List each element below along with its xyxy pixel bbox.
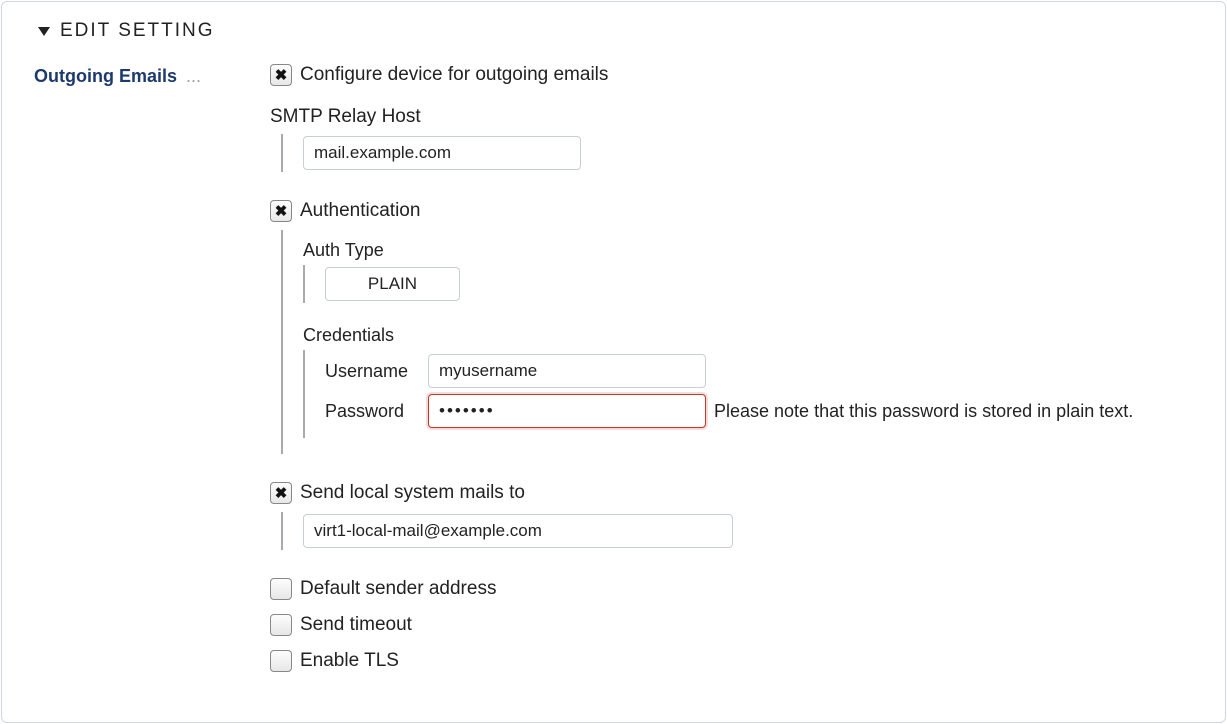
- configure-device-row: Configure device for outgoing emails: [270, 64, 1203, 86]
- default-sender-label: Default sender address: [300, 578, 496, 600]
- send-local-input[interactable]: [303, 514, 733, 548]
- send-local-label: Send local system mails to: [300, 482, 525, 504]
- send-local-checkbox[interactable]: [270, 482, 292, 504]
- side-nav: Outgoing Emails ...: [30, 64, 270, 87]
- send-timeout-row: Send timeout: [270, 614, 1203, 636]
- username-row: Username: [325, 354, 1203, 388]
- send-local-block: [281, 512, 1203, 550]
- smtp-relay-label: SMTP Relay Host: [270, 106, 1203, 128]
- configure-device-label: Configure device for outgoing emails: [300, 64, 608, 86]
- username-input[interactable]: [428, 354, 706, 388]
- send-timeout-checkbox[interactable]: [270, 614, 292, 636]
- panel-body: Outgoing Emails ... Configure device for…: [30, 64, 1203, 680]
- password-label: Password: [325, 401, 420, 422]
- settings-content: Configure device for outgoing emails SMT…: [270, 64, 1203, 680]
- enable-tls-row: Enable TLS: [270, 650, 1203, 672]
- configure-device-checkbox[interactable]: [270, 64, 292, 86]
- credentials-label: Credentials: [303, 325, 1203, 346]
- password-input[interactable]: [428, 394, 706, 428]
- smtp-relay-block: [281, 134, 1203, 172]
- enable-tls-checkbox[interactable]: [270, 650, 292, 672]
- auth-type-label: Auth Type: [303, 240, 1203, 261]
- smtp-relay-input[interactable]: [303, 136, 581, 170]
- side-link-text: Outgoing Emails: [34, 66, 177, 86]
- username-label: Username: [325, 361, 420, 382]
- send-local-row: Send local system mails to: [270, 482, 1203, 504]
- enable-tls-label: Enable TLS: [300, 650, 399, 672]
- default-sender-checkbox[interactable]: [270, 578, 292, 600]
- authentication-block: Auth Type Credentials Username Password …: [281, 230, 1203, 454]
- side-link-ellipsis: ...: [186, 66, 201, 86]
- panel-title: EDIT SETTING: [60, 20, 215, 42]
- outgoing-emails-link[interactable]: Outgoing Emails ...: [34, 66, 201, 86]
- auth-type-block: [303, 265, 1203, 303]
- panel-header: EDIT SETTING: [38, 20, 1203, 42]
- collapse-toggle-icon[interactable]: [38, 27, 50, 36]
- send-timeout-label: Send timeout: [300, 614, 412, 636]
- password-row: Password Please note that this password …: [325, 394, 1203, 428]
- edit-setting-panel: EDIT SETTING Outgoing Emails ... Configu…: [1, 1, 1226, 723]
- authentication-checkbox[interactable]: [270, 200, 292, 222]
- password-note: Please note that this password is stored…: [714, 401, 1133, 422]
- credentials-block: Username Password Please note that this …: [303, 350, 1203, 438]
- authentication-row: Authentication: [270, 200, 1203, 222]
- default-sender-row: Default sender address: [270, 578, 1203, 600]
- authentication-label: Authentication: [300, 200, 420, 222]
- auth-type-input[interactable]: [325, 267, 460, 301]
